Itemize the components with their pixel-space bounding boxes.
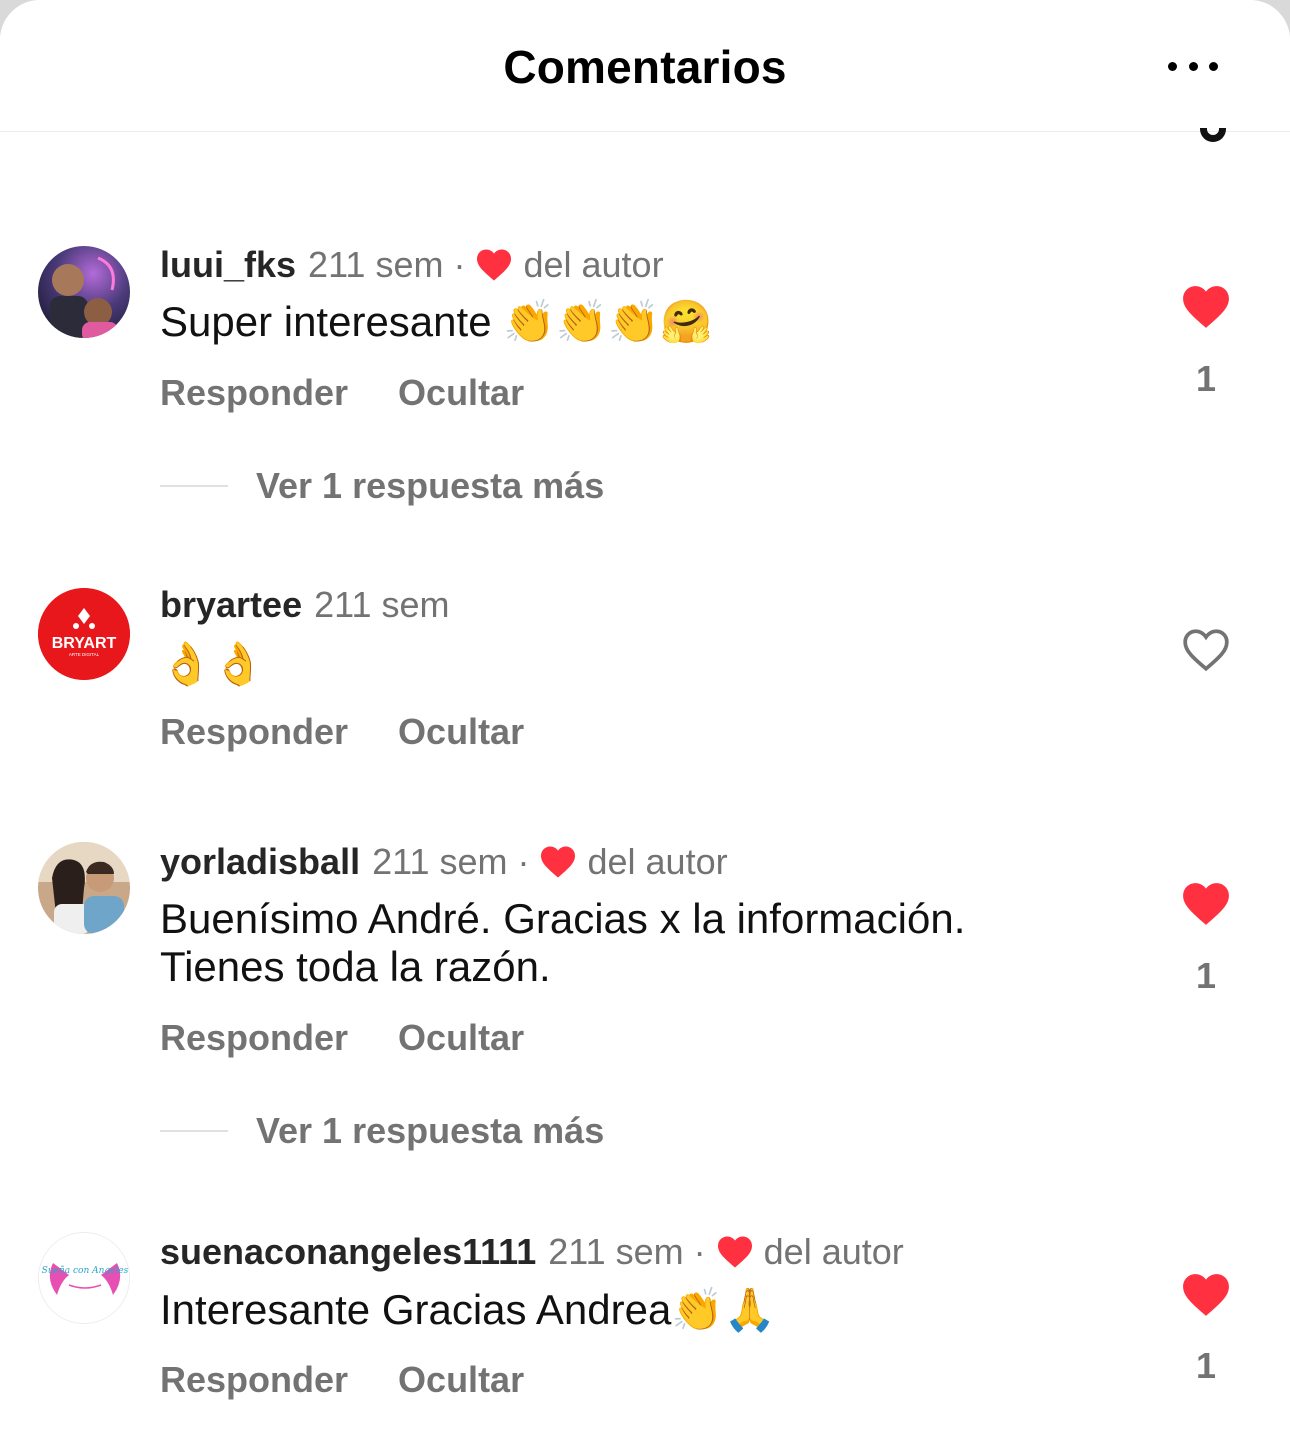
author-liked-label: del autor	[763, 1231, 904, 1272]
more-options-icon[interactable]	[1168, 58, 1218, 74]
heart-filled-icon[interactable]	[1181, 881, 1231, 927]
username[interactable]: luui_fks	[160, 244, 296, 286]
author-heart-icon	[477, 249, 512, 281]
reply-button[interactable]: Responder	[160, 1359, 348, 1401]
comment-text-line: Tienes toda la razón.	[160, 943, 551, 990]
scroll-indicator	[1200, 128, 1226, 142]
replies-divider	[160, 485, 228, 487]
comment-text-line: Buenísimo André. Gracias x la informació…	[160, 895, 966, 942]
separator-dot: ·	[453, 244, 466, 285]
reply-button[interactable]: Responder	[160, 711, 348, 753]
dot	[1188, 61, 1198, 71]
comment-actions: Responder Ocultar	[160, 372, 524, 414]
hide-button[interactable]: Ocultar	[398, 1359, 524, 1401]
comment-actions: Responder Ocultar	[160, 1017, 524, 1059]
comment-text: Buenísimo André. Gracias x la informació…	[160, 895, 1060, 991]
comment-text: 👌👌	[160, 640, 265, 687]
avatar[interactable]: Sueña con Angeles	[38, 1232, 130, 1324]
header: Comentarios	[0, 0, 1290, 132]
bryart-logo-text: BRYART	[52, 635, 117, 652]
avatar[interactable]	[38, 842, 130, 934]
comment-meta: luui_fks 211 sem · del autor	[160, 244, 664, 286]
username[interactable]: suenaconangeles1111	[160, 1231, 536, 1273]
comment-meta: yorladisball 211 sem · del autor	[160, 841, 728, 883]
comments-sheet: Comentarios luui_fks 211 sem · del autor…	[0, 0, 1290, 1429]
page-title: Comentarios	[503, 41, 787, 93]
view-replies-label: Ver 1 respuesta más	[256, 1110, 605, 1151]
avatar[interactable]	[38, 246, 130, 338]
view-replies-button[interactable]: Ver 1 respuesta más	[160, 465, 604, 507]
like-count: 1	[1195, 1345, 1217, 1386]
comment-text: Interesante Gracias Andrea👏🙏	[160, 1286, 776, 1333]
bryart-logo-subtext: ARTE DIGITAL	[69, 652, 100, 657]
timestamp: 211 sem	[548, 1231, 684, 1272]
username[interactable]: bryartee	[160, 584, 302, 626]
username[interactable]: yorladisball	[160, 841, 360, 883]
author-liked-label: del autor	[523, 244, 664, 285]
separator-dot: ·	[693, 1231, 706, 1272]
separator-dot: ·	[517, 841, 530, 882]
hide-button[interactable]: Ocultar	[398, 1017, 524, 1059]
heart-outline-icon[interactable]	[1181, 627, 1231, 673]
author-heart-icon	[717, 1236, 752, 1268]
author-heart-icon	[541, 846, 576, 878]
timestamp: 211 sem	[308, 244, 444, 285]
heart-filled-icon[interactable]	[1181, 1272, 1231, 1318]
dot	[1209, 61, 1218, 71]
view-replies-button[interactable]: Ver 1 respuesta más	[160, 1110, 604, 1152]
timestamp: 211 sem	[314, 584, 450, 625]
comment-actions: Responder Ocultar	[160, 1359, 524, 1401]
author-liked-label: del autor	[587, 841, 728, 882]
comment-meta: suenaconangeles1111 211 sem · del autor	[160, 1231, 904, 1273]
avatar[interactable]: BRYART ARTE DIGITAL	[38, 588, 130, 680]
timestamp: 211 sem	[372, 841, 508, 882]
comment-text: Super interesante 👏👏👏🤗	[160, 298, 713, 345]
hide-button[interactable]: Ocultar	[398, 711, 524, 753]
view-replies-label: Ver 1 respuesta más	[256, 465, 605, 506]
comment-actions: Responder Ocultar	[160, 711, 524, 753]
dot	[1168, 61, 1177, 71]
hide-button[interactable]: Ocultar	[398, 372, 524, 414]
avatar-logo-text: Sueña con Angeles	[42, 1266, 129, 1276]
comment-meta: bryartee 211 sem	[160, 584, 450, 626]
heart-filled-icon[interactable]	[1181, 284, 1231, 330]
reply-button[interactable]: Responder	[160, 372, 348, 414]
reply-button[interactable]: Responder	[160, 1017, 348, 1059]
like-count: 1	[1195, 358, 1217, 399]
like-count: 1	[1195, 955, 1217, 996]
replies-divider	[160, 1130, 228, 1132]
